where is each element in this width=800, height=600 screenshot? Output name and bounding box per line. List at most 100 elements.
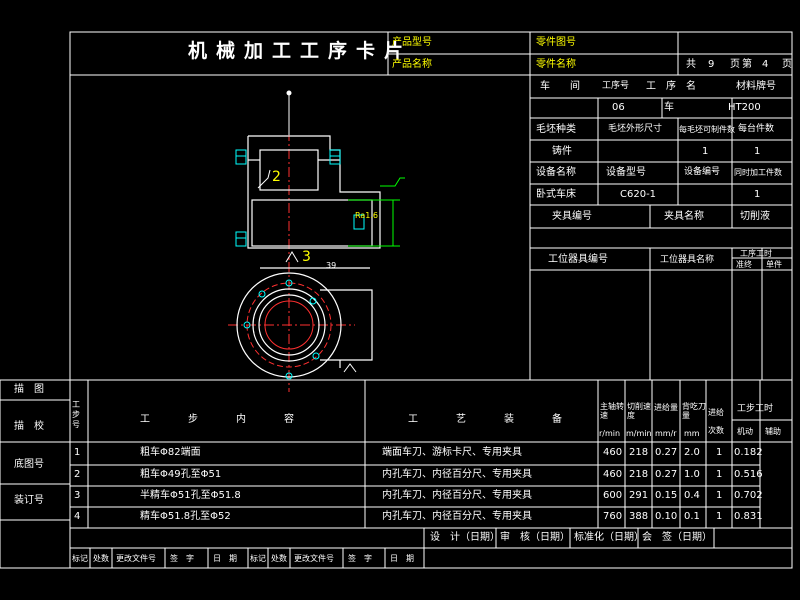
step-depth: 1.0	[684, 469, 700, 480]
mark-label-2: 标记	[250, 554, 266, 563]
step-equip-label: 工 艺 装 备	[408, 414, 576, 425]
count-label-1: 处数	[93, 554, 109, 563]
step-feed: 0.10	[655, 511, 678, 522]
speed-unit: r/min	[599, 429, 621, 438]
process-name: 车	[664, 102, 674, 113]
review-label: 审 核（日期）	[500, 532, 570, 543]
step-feed: 0.27	[655, 469, 678, 480]
time-label: 工步工时	[737, 404, 774, 414]
mark-label-1: 标记	[72, 554, 88, 563]
step-vc: 218	[629, 447, 649, 458]
step-equip: 内孔车刀、内径百分尺、专用夹具	[382, 511, 532, 522]
step-passes: 1	[716, 490, 723, 501]
step-speed: 460	[603, 469, 623, 480]
page-suffix: 页	[782, 59, 792, 70]
step-depth: 0.1	[684, 511, 700, 522]
cut-speed-unit: m/min	[626, 429, 652, 438]
part-name-label: 零件名称	[536, 59, 576, 70]
depth-label: 背吃刀量	[682, 402, 706, 420]
part-drawing-label: 零件图号	[536, 37, 576, 48]
step-content-label: 工 步 内 容	[140, 414, 308, 425]
workshop-label: 车 间	[540, 81, 580, 92]
step-passes: 1	[716, 511, 723, 522]
sign-label-2: 签 字	[348, 554, 372, 563]
step-content: 精车Φ51.8孔至Φ52	[140, 511, 231, 522]
step-equip: 内孔车刀、内径百分尺、专用夹具	[382, 490, 532, 501]
step-no: 4	[74, 511, 81, 522]
drawing-dimension: 39	[326, 261, 337, 270]
draw-label: 描 图	[14, 384, 44, 395]
product-model-label: 产品型号	[392, 37, 432, 48]
feed-label: 进给量	[654, 403, 678, 412]
speed-label: 主轴转速	[600, 402, 624, 420]
simul-label: 同时加工件数	[734, 168, 782, 177]
sign-label-1: 签 字	[170, 554, 194, 563]
material-label: 材料牌号	[736, 81, 776, 92]
station-tool-no-label: 工位器具编号	[548, 254, 608, 265]
fixture-name-label: 夹具名称	[664, 211, 704, 222]
step-depth: 2.0	[684, 447, 700, 458]
passes-label: 进给次数	[708, 408, 724, 435]
drawing-roughness: Ra1.6	[355, 211, 379, 220]
process-no: 06	[612, 102, 625, 113]
blank-size-label: 毛坯外形尺寸	[608, 124, 663, 134]
step-time: 0.702	[734, 490, 763, 501]
equip-name: 卧式车床	[536, 189, 576, 200]
standard-label: 标准化（日期）	[574, 532, 644, 543]
equip-no-label: 设备编号	[684, 167, 721, 177]
step-vc: 218	[629, 469, 649, 480]
page-label: 页	[730, 59, 740, 70]
feed-unit: mm/r	[655, 429, 677, 438]
cut-speed-label: 切削速度	[627, 402, 651, 420]
step-speed: 760	[603, 511, 623, 522]
fixture-no-label: 夹具编号	[552, 211, 592, 222]
blank-type-label: 毛坯种类	[536, 124, 576, 135]
sign-label: 会 签（日期）	[642, 532, 712, 543]
base-no-label: 底图号	[14, 459, 44, 470]
date-label-1: 日 期	[213, 554, 237, 563]
station-tool-name-label: 工位器具名称	[660, 255, 715, 265]
step-equip: 内孔车刀、内径百分尺、专用夹具	[382, 469, 532, 480]
step-feed: 0.15	[655, 490, 678, 501]
step-no: 2	[74, 469, 81, 480]
step-no-label: 工步号	[72, 400, 80, 429]
step-feed: 0.27	[655, 447, 678, 458]
equip-model-label: 设备型号	[606, 167, 646, 178]
count-label-2: 处数	[271, 554, 287, 563]
material: HT200	[728, 102, 761, 113]
per-unit-label: 每台件数	[738, 124, 775, 134]
step-content: 粗车Φ49孔至Φ51	[140, 469, 222, 480]
product-name-label: 产品名称	[392, 59, 432, 70]
change-label-1: 更改文件号	[116, 554, 156, 563]
process-name-label: 工 序 名	[646, 81, 696, 92]
step-passes: 1	[716, 447, 723, 458]
drawing-step-label: 2	[272, 169, 281, 185]
page-no: 4	[762, 59, 769, 70]
hours-std: 准终	[736, 260, 752, 269]
bind-no-label: 装订号	[14, 495, 44, 506]
process-no-label: 工序号	[602, 81, 630, 91]
step-time: 0.831	[734, 511, 763, 522]
drawing-ref-label: 3	[302, 249, 311, 265]
step-equip: 端面车刀、游标卡尺、专用夹具	[382, 447, 522, 458]
hours-unit: 单件	[766, 260, 782, 269]
simul: 1	[754, 189, 761, 200]
design-label: 设 计（日期）	[430, 532, 500, 543]
hours-label: 工序工时	[740, 249, 772, 258]
step-speed: 600	[603, 490, 623, 501]
page-title: 机械加工工序卡片	[188, 40, 413, 62]
step-time: 0.182	[734, 447, 763, 458]
equip-name-label: 设备名称	[536, 167, 576, 178]
per-blank-label: 每毛坯可制件数	[679, 125, 735, 134]
date-label-2: 日 期	[390, 554, 414, 563]
total-pages: 9	[708, 59, 715, 70]
equip-model: C620-1	[620, 189, 657, 200]
change-label-2: 更改文件号	[294, 554, 334, 563]
step-vc: 388	[629, 511, 649, 522]
page-prefix: 第	[742, 59, 752, 70]
step-vc: 291	[629, 490, 649, 501]
step-depth: 0.4	[684, 490, 700, 501]
step-passes: 1	[716, 469, 723, 480]
step-content: 半精车Φ51孔至Φ51.8	[140, 490, 241, 501]
step-time: 0.516	[734, 469, 763, 480]
